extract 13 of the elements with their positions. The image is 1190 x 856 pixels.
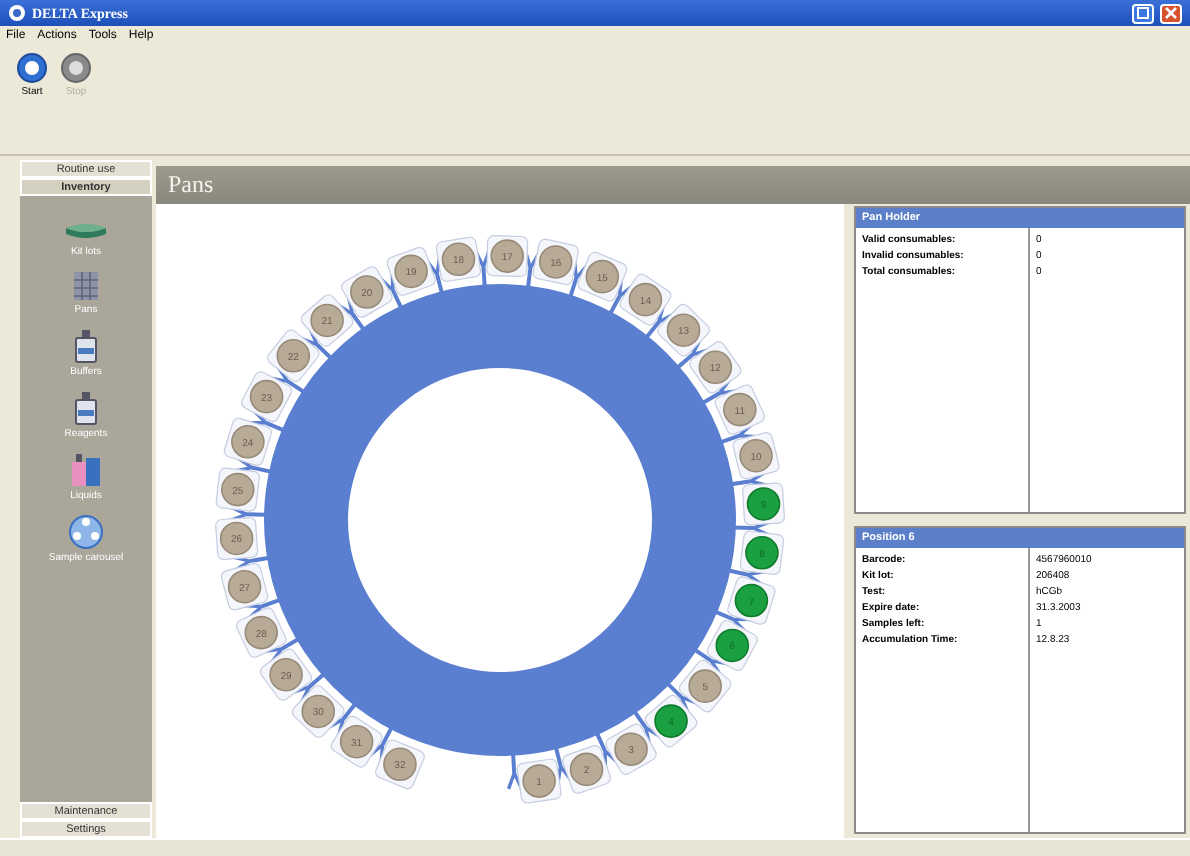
close-button[interactable] bbox=[1160, 3, 1182, 23]
stop-icon bbox=[60, 52, 92, 84]
carousel-icon bbox=[68, 514, 104, 550]
app-icon bbox=[8, 4, 26, 22]
bottle-icon bbox=[74, 390, 98, 426]
bottle-icon bbox=[74, 328, 98, 364]
restore-button[interactable] bbox=[1132, 3, 1154, 23]
grid-icon bbox=[72, 270, 100, 302]
close-icon bbox=[1164, 6, 1178, 20]
bottles-icon bbox=[70, 452, 102, 488]
play-icon bbox=[16, 52, 48, 84]
restore-icon bbox=[1136, 6, 1150, 20]
page-title: Pans bbox=[168, 170, 214, 200]
